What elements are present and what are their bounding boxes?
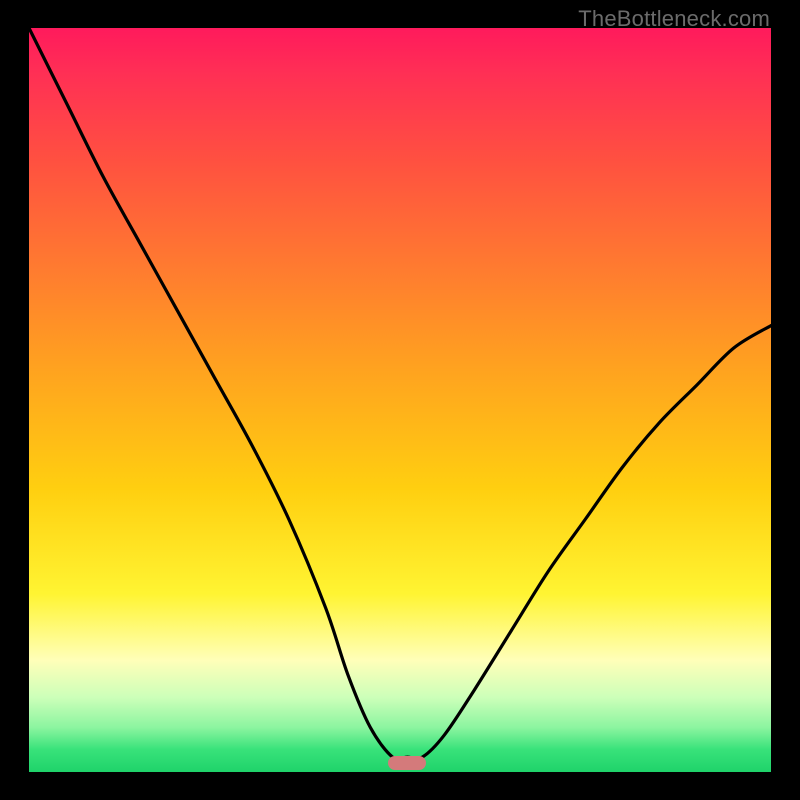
optimal-point-marker <box>388 756 426 770</box>
bottleneck-curve <box>29 28 771 772</box>
watermark-text: TheBottleneck.com <box>578 6 770 32</box>
chart-frame: TheBottleneck.com <box>0 0 800 800</box>
